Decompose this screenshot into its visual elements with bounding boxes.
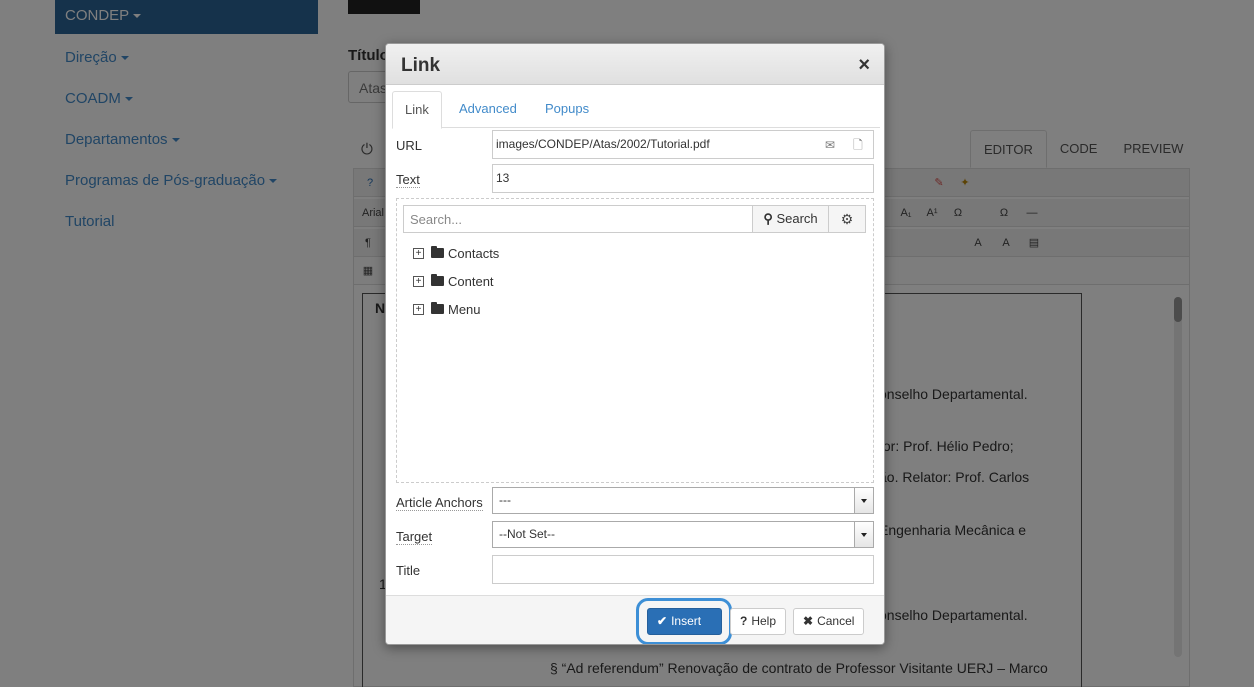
url-value: images/CONDEP/Atas/2002/Tutorial.pdf xyxy=(496,137,710,151)
gear-icon[interactable]: ⚙ xyxy=(828,205,866,233)
text-field[interactable]: 13 xyxy=(492,164,874,193)
dialog-title: Link xyxy=(401,55,441,76)
folder-icon xyxy=(431,246,444,258)
url-field-actions: ✉ 🗋 xyxy=(813,135,869,155)
tree-item-menu[interactable]: + Menu xyxy=(413,299,481,319)
help-button[interactable]: ? Help xyxy=(730,608,787,635)
insert-button-label: Insert xyxy=(671,614,702,628)
expand-icon[interactable]: + xyxy=(413,303,424,315)
dialog-tabs: Link Advanced Popups xyxy=(392,91,880,129)
link-browser: ⚲ Search ⚙ + Contacts + Content + Menu xyxy=(396,198,874,483)
close-icon: ✖ xyxy=(803,614,814,628)
search-input[interactable] xyxy=(403,205,753,233)
insert-button[interactable]: ✔ Insert xyxy=(647,608,722,635)
tree-item-label: Content xyxy=(448,273,494,289)
dropdown-arrow-icon xyxy=(854,522,873,547)
search-icon: ⚲ xyxy=(763,211,773,226)
search-button-label: Search xyxy=(776,211,818,226)
cancel-button[interactable]: ✖ Cancel xyxy=(793,608,865,635)
title-field[interactable] xyxy=(492,555,874,584)
email-icon[interactable]: ✉ xyxy=(819,135,841,155)
folder-icon xyxy=(431,274,444,286)
expand-icon[interactable]: + xyxy=(413,247,424,259)
question-icon: ? xyxy=(740,614,748,628)
url-field[interactable]: images/CONDEP/Atas/2002/Tutorial.pdf ✉ 🗋 xyxy=(492,130,874,159)
expand-icon[interactable]: + xyxy=(413,275,424,287)
anchors-select[interactable]: --- xyxy=(492,487,874,514)
file-browser-icon[interactable]: 🗋 xyxy=(847,135,869,155)
anchors-label: Article Anchors xyxy=(396,495,483,511)
help-button-label: Help xyxy=(751,614,777,628)
text-label: Text xyxy=(396,172,420,188)
close-icon[interactable]: × xyxy=(858,55,870,75)
tree-item-content[interactable]: + Content xyxy=(413,271,494,291)
tab-popups[interactable]: Popups xyxy=(533,91,601,128)
tab-link[interactable]: Link xyxy=(392,91,442,129)
check-icon: ✔ xyxy=(657,614,668,628)
dialog-header: Link × xyxy=(386,44,884,85)
dropdown-arrow-icon xyxy=(854,488,873,513)
tree-item-contacts[interactable]: + Contacts xyxy=(413,243,499,263)
target-select[interactable]: --Not Set-- xyxy=(492,521,874,548)
title-field-label: Title xyxy=(396,563,421,578)
url-label: URL xyxy=(396,138,423,153)
cancel-button-label: Cancel xyxy=(817,614,855,628)
link-dialog: Link × Link Advanced Popups URL images/C… xyxy=(385,43,885,645)
tree-item-label: Menu xyxy=(448,301,481,317)
folder-icon xyxy=(431,302,444,314)
target-value: --Not Set-- xyxy=(499,527,556,541)
tree-item-label: Contacts xyxy=(448,245,500,261)
dialog-footer: ✔ Insert ? Help ✖ Cancel xyxy=(386,595,884,644)
target-label: Target xyxy=(396,529,433,545)
tab-advanced[interactable]: Advanced xyxy=(447,91,529,128)
search-button[interactable]: ⚲ Search xyxy=(752,205,829,233)
anchors-value: --- xyxy=(499,493,511,507)
